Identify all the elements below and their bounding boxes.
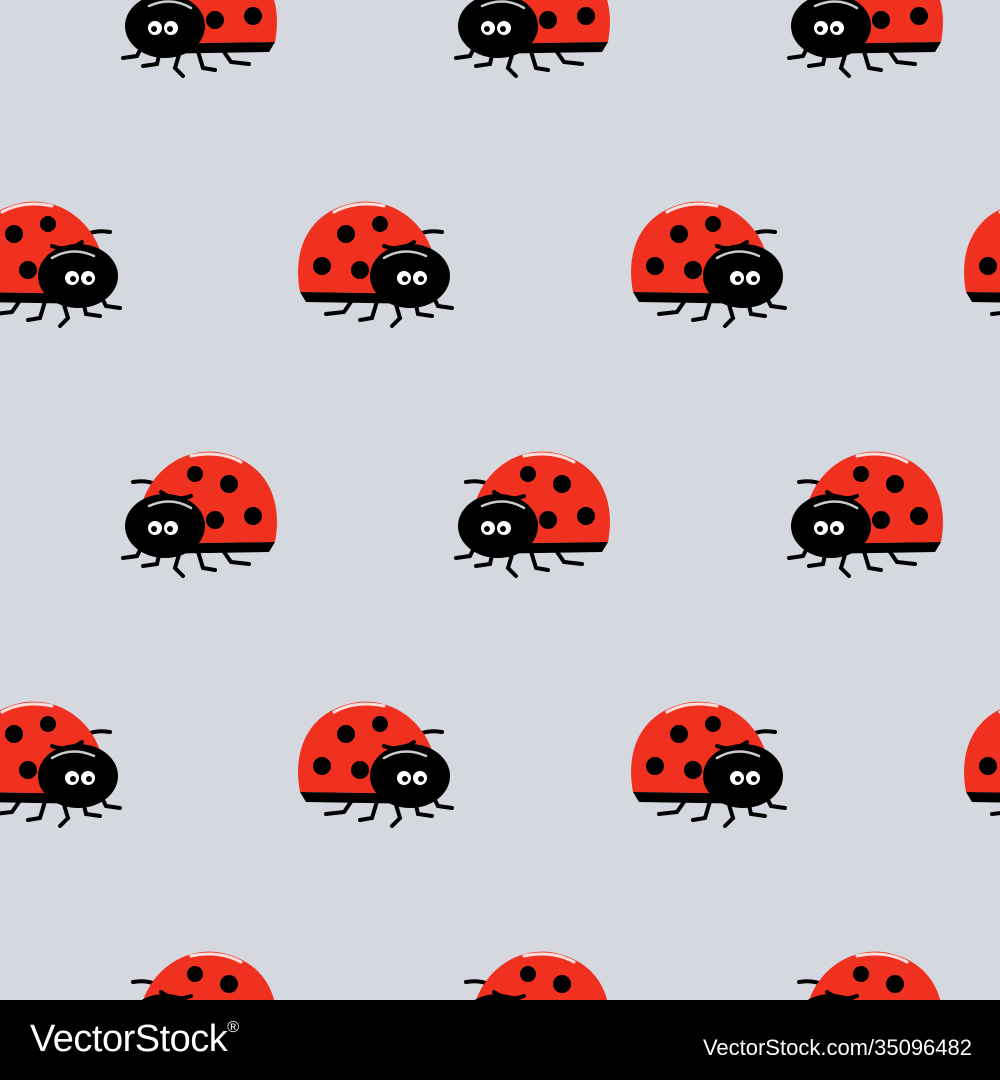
ladybug-pattern [0, 0, 1000, 1000]
stock-id: VectorStock.com/35096482 [702, 1035, 972, 1060]
watermark-footer: VectorStock® VectorStock.com/35096482 [0, 1000, 1000, 1080]
vectorstock-logo: VectorStock® [30, 1018, 239, 1060]
registered-mark: ® [227, 1019, 239, 1036]
brand-text: VectorStock [30, 1018, 228, 1060]
